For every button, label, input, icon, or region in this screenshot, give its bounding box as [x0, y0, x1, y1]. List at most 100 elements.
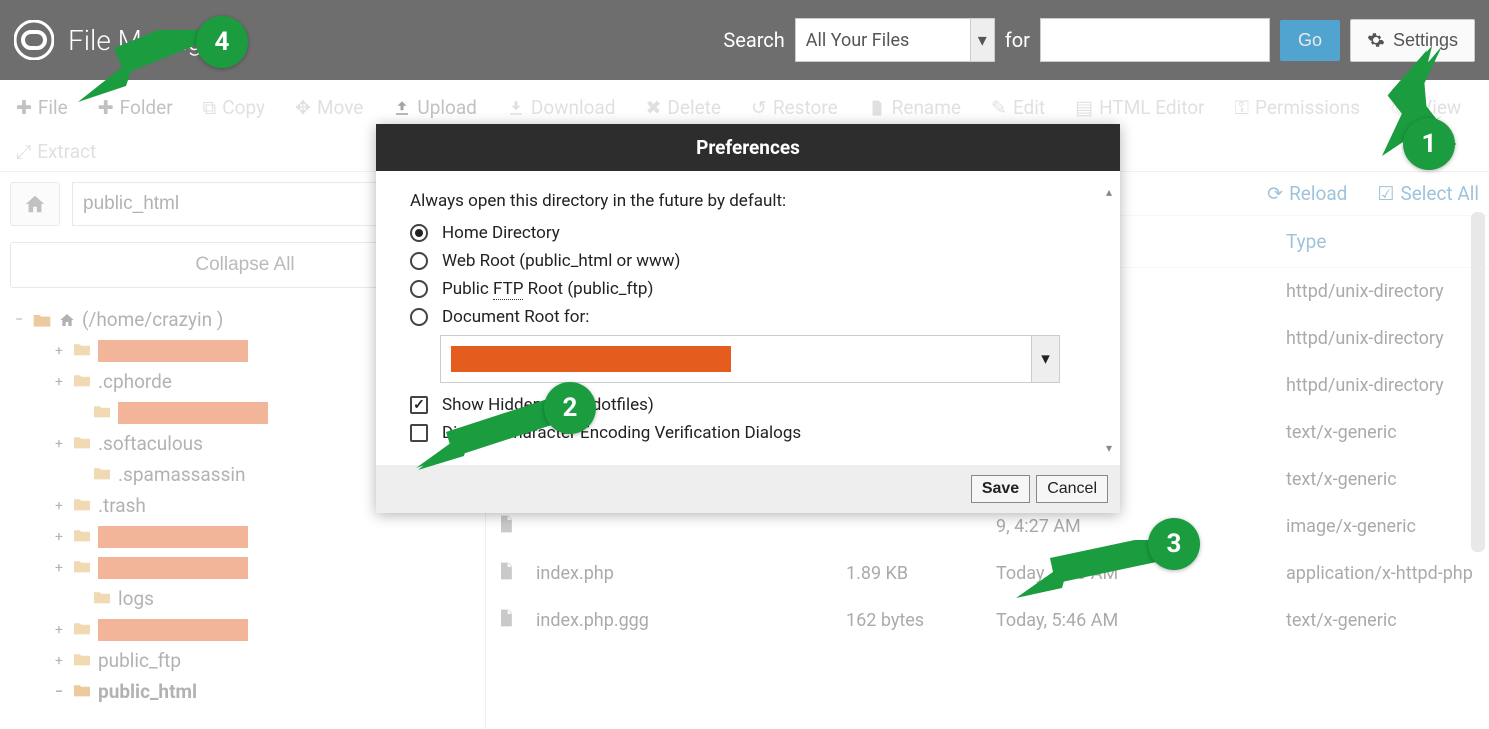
file-type: httpd/unix-directory: [1286, 281, 1479, 302]
tree-item[interactable]: +: [12, 614, 485, 645]
redacted-label: [118, 402, 268, 424]
tree-item[interactable]: +: [12, 552, 485, 583]
cancel-button[interactable]: Cancel: [1036, 475, 1108, 503]
file-type: httpd/unix-directory: [1286, 328, 1479, 349]
download-button[interactable]: Download: [501, 88, 622, 128]
folder-icon: [92, 401, 112, 424]
tree-item-label: public_html: [98, 680, 197, 703]
redacted-label: [98, 526, 248, 548]
expand-icon[interactable]: +: [52, 343, 66, 359]
file-size: 162 bytes: [846, 610, 996, 631]
html-editor-button[interactable]: ▤HTML Editor: [1069, 88, 1210, 128]
close-icon: ✖: [645, 96, 661, 119]
search-scope-select[interactable]: All Your Files ▾: [795, 18, 995, 62]
radio-public-ftp[interactable]: Public FTP Root (public_ftp): [410, 279, 1086, 299]
file-icon: [496, 560, 520, 587]
folder-icon: [72, 556, 92, 579]
file-icon: [868, 99, 886, 117]
upload-button[interactable]: Upload: [387, 88, 483, 128]
redacted-label: [98, 557, 248, 579]
folder-icon: [72, 618, 92, 641]
html-icon: ▤: [1075, 96, 1093, 119]
file-type: text/x-generic: [1286, 422, 1479, 443]
expand-icon[interactable]: +: [52, 529, 66, 545]
move-icon: ✥: [295, 96, 311, 119]
annotation-badge-1: 1: [1403, 118, 1455, 170]
scroll-indicator-icon: ▾: [1106, 441, 1112, 455]
radio-home-directory[interactable]: Home Directory: [410, 223, 1086, 243]
col-type[interactable]: Type: [1286, 230, 1479, 253]
folder-icon: [72, 370, 92, 393]
radio-icon: [410, 280, 428, 298]
file-icon: [496, 607, 520, 634]
tree-item[interactable]: +: [12, 521, 485, 552]
tree-item-label: .spamassassin: [118, 463, 246, 486]
redacted-domain: [451, 346, 731, 372]
tree-root-label: (/home/crazyin ): [82, 308, 223, 331]
go-button[interactable]: Go: [1280, 20, 1340, 61]
annotation-badge-4: 4: [196, 16, 248, 68]
key-icon: ⚿: [1235, 96, 1249, 119]
tree-item[interactable]: − public_html: [12, 676, 485, 707]
tree-item-label: .softaculous: [98, 432, 203, 455]
annotation-badge-2: 2: [544, 382, 596, 434]
reload-icon: ⟳: [1267, 182, 1283, 205]
table-row[interactable]: index.php.ggg162 bytesToday, 5:46 AMtext…: [486, 597, 1489, 644]
save-button[interactable]: Save: [971, 475, 1030, 503]
cpanel-logo-icon: [14, 20, 54, 60]
table-row[interactable]: index.php1.89 KBToday, 5:53 AMapplicatio…: [486, 550, 1489, 597]
file-modified: 9, 4:27 AM: [996, 516, 1286, 537]
folder-icon: [72, 339, 92, 362]
folder-icon: [72, 649, 92, 672]
folder-icon: [72, 494, 92, 517]
select-all-button[interactable]: ☑Select All: [1377, 182, 1479, 205]
file-type: httpd/unix-directory: [1286, 375, 1479, 396]
expand-icon[interactable]: +: [52, 622, 66, 638]
home-button[interactable]: [10, 182, 60, 226]
tree-item-label: .cphorde: [98, 370, 172, 393]
tree-item-label: logs: [118, 587, 154, 610]
move-button[interactable]: ✥Move: [289, 88, 369, 128]
home-icon: [24, 193, 46, 215]
search-label: Search: [723, 28, 784, 52]
folder-icon: [92, 587, 112, 610]
scroll-indicator-icon: ▴: [1106, 185, 1112, 199]
expand-icon[interactable]: +: [52, 560, 66, 576]
pencil-icon: ✎: [991, 96, 1007, 119]
radio-web-root[interactable]: Web Root (public_html or www): [410, 251, 1086, 271]
tree-item[interactable]: logs: [12, 583, 485, 614]
dialog-title: Preferences: [376, 124, 1120, 171]
expand-icon[interactable]: +: [52, 498, 66, 514]
search-input[interactable]: [1040, 18, 1270, 62]
folder-icon: [92, 463, 112, 486]
expand-icon[interactable]: +: [52, 436, 66, 452]
expand-icon[interactable]: +: [52, 374, 66, 390]
delete-button[interactable]: ✖Delete: [639, 88, 726, 128]
radio-document-root[interactable]: Document Root for:: [410, 307, 1086, 327]
file-type: image/x-generic: [1286, 516, 1479, 537]
edit-button[interactable]: ✎Edit: [985, 88, 1051, 128]
search-scope-value: All Your Files: [806, 30, 910, 51]
extract-icon: ⤢: [16, 140, 31, 163]
document-root-select[interactable]: ▾: [440, 335, 1060, 383]
tree-item-label: public_ftp: [98, 649, 181, 672]
rename-button[interactable]: Rename: [862, 88, 967, 128]
collapse-icon[interactable]: −: [52, 684, 66, 700]
home-icon: [58, 312, 76, 328]
scrollbar[interactable]: [1471, 212, 1485, 552]
for-label: for: [1005, 28, 1030, 52]
dialog-lead: Always open this directory in the future…: [410, 191, 1086, 211]
file-icon: [496, 513, 520, 540]
redacted-label: [98, 340, 248, 362]
extract-button[interactable]: ⤢Extract: [10, 132, 102, 172]
reload-button[interactable]: ⟳Reload: [1267, 182, 1347, 205]
file-size: 1.89 KB: [846, 563, 996, 584]
annotation-badge-3: 3: [1148, 518, 1200, 570]
restore-button[interactable]: ↺Restore: [745, 88, 844, 128]
new-file-button[interactable]: ✚File: [10, 88, 74, 128]
folder-open-icon: [32, 311, 52, 329]
file-type: application/x-httpd-php: [1286, 563, 1479, 584]
expand-icon[interactable]: +: [52, 653, 66, 669]
file-type: text/x-generic: [1286, 610, 1479, 631]
tree-item[interactable]: + public_ftp: [12, 645, 485, 676]
